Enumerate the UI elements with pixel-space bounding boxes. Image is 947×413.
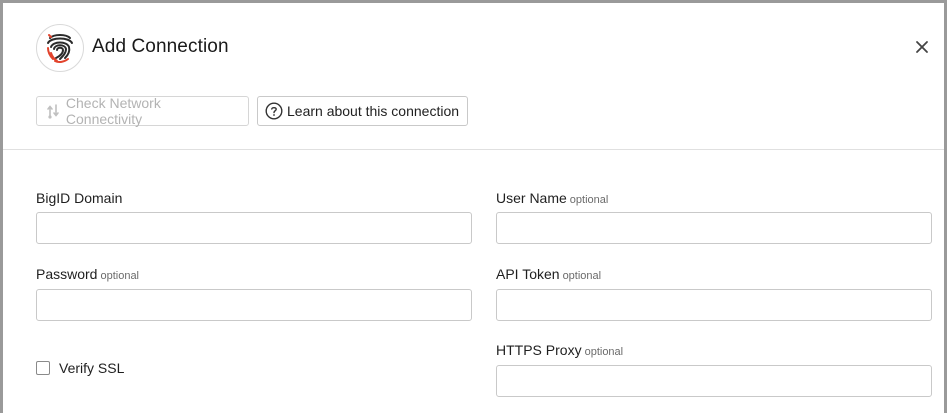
add-connection-dialog: Add Connection Check Network Connectivit… — [3, 3, 944, 413]
user-name-input[interactable] — [496, 212, 932, 244]
user-name-label: User Name optional — [496, 190, 609, 206]
network-connectivity-icon — [44, 102, 62, 120]
bigid-domain-label: BigID Domain — [36, 190, 123, 206]
optional-tag: optional — [100, 270, 140, 282]
optional-tag: optional — [562, 270, 602, 282]
learn-about-connection-button[interactable]: Learn about this connection — [257, 96, 468, 126]
api-token-label: API Token optional — [496, 266, 602, 282]
close-icon[interactable] — [914, 39, 930, 55]
api-token-input[interactable] — [496, 289, 932, 321]
fingerprint-logo-icon — [36, 24, 84, 72]
optional-tag: optional — [569, 194, 609, 206]
verify-ssl-checkbox[interactable] — [36, 361, 50, 375]
dialog-header: Add Connection Check Network Connectivit… — [3, 3, 944, 150]
password-label: Password optional — [36, 266, 140, 282]
learn-about-connection-label: Learn about this connection — [287, 103, 460, 119]
optional-tag: optional — [584, 346, 624, 358]
check-network-connectivity-button[interactable]: Check Network Connectivity — [36, 95, 249, 127]
bigid-domain-input[interactable] — [36, 212, 472, 244]
help-circle-icon — [265, 102, 283, 120]
dialog-title: Add Connection — [92, 36, 229, 57]
verify-ssl-label: Verify SSL — [59, 360, 125, 376]
https-proxy-input[interactable] — [496, 365, 932, 397]
check-network-label: Check Network Connectivity — [65, 95, 161, 127]
https-proxy-label: HTTPS Proxy optional — [496, 342, 624, 358]
verify-ssl-checkbox-row[interactable]: Verify SSL — [36, 360, 124, 376]
password-input[interactable] — [36, 289, 472, 321]
